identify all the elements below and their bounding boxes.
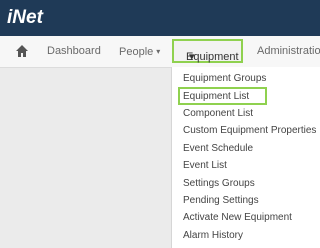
nav-administration[interactable]: Administration [257, 45, 320, 58]
menu-item-alarm-history[interactable]: Alarm History [183, 230, 243, 242]
nav-dashboard-label: Dashboard [47, 45, 101, 57]
menu-item-equipment-groups[interactable]: Equipment Groups [183, 73, 266, 85]
nav-people-label: People [119, 46, 154, 58]
menu-item-event-schedule[interactable]: Event Schedule [183, 143, 253, 155]
equipment-list-highlight [178, 87, 267, 105]
nav-people[interactable]: People ▾ [119, 45, 160, 59]
menu-item-pending-settings[interactable]: Pending Settings [183, 195, 259, 207]
menu-item-event-list[interactable]: Event List [183, 160, 227, 172]
menu-item-component-list[interactable]: Component List [183, 108, 253, 120]
chevron-down-icon: ▾ [156, 47, 161, 56]
chevron-down-icon: ▾ [189, 51, 195, 63]
nav-administration-label: Administration [257, 45, 320, 57]
menu-item-settings-groups[interactable]: Settings Groups [183, 178, 255, 190]
inet-logo[interactable]: iNet [7, 8, 43, 28]
home-icon[interactable] [15, 44, 29, 58]
main-nav: Dashboard People ▾ Administration [0, 36, 320, 68]
menu-item-custom-equipment-properties[interactable]: Custom Equipment Properties [183, 125, 316, 137]
menu-item-activate-new-equipment[interactable]: Activate New Equipment [183, 212, 292, 224]
nav-equipment[interactable]: Equipment ▾ [172, 39, 243, 63]
top-header: iNet [0, 0, 320, 36]
nav-dashboard[interactable]: Dashboard [47, 45, 101, 58]
